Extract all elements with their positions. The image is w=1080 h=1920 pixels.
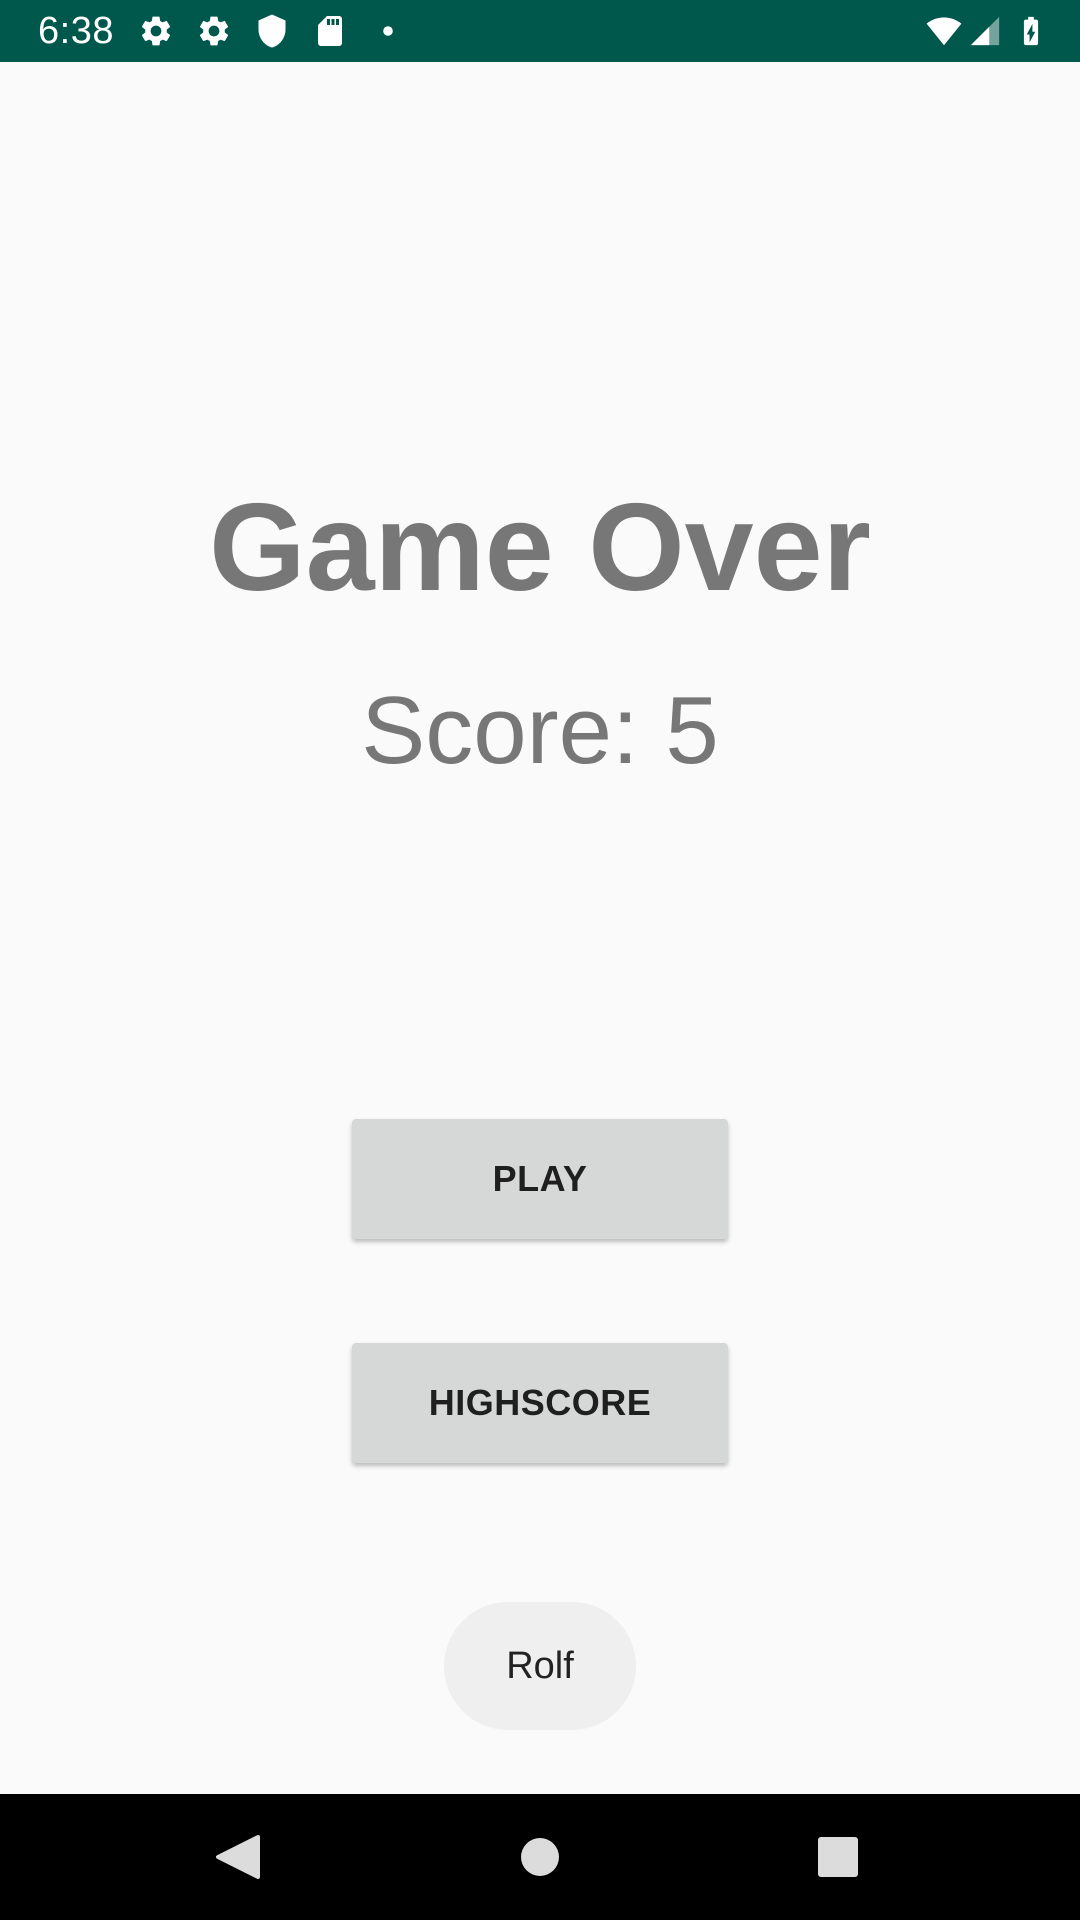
highscore-button[interactable]: HIGHSCORE <box>352 1343 728 1463</box>
navigation-bar <box>0 1794 1080 1920</box>
home-icon[interactable] <box>508 1825 572 1889</box>
status-bar: 6:38 <box>0 0 1080 62</box>
recents-icon[interactable] <box>806 1825 870 1889</box>
battery-charging-icon <box>1014 13 1048 49</box>
wifi-icon <box>922 13 966 49</box>
status-time: 6:38 <box>38 10 114 52</box>
settings-icon <box>196 13 232 49</box>
score-text: Score: 5 <box>361 677 719 784</box>
notification-dot-icon <box>370 13 406 49</box>
settings-icon <box>138 13 174 49</box>
sd-card-icon <box>312 13 348 49</box>
shield-icon <box>254 13 290 49</box>
play-button[interactable]: PLAY <box>352 1119 728 1239</box>
player-name-toast: Rolf <box>444 1602 636 1730</box>
game-over-title: Game Over <box>209 479 871 617</box>
back-icon[interactable] <box>206 1825 270 1889</box>
signal-icon <box>968 13 1002 49</box>
